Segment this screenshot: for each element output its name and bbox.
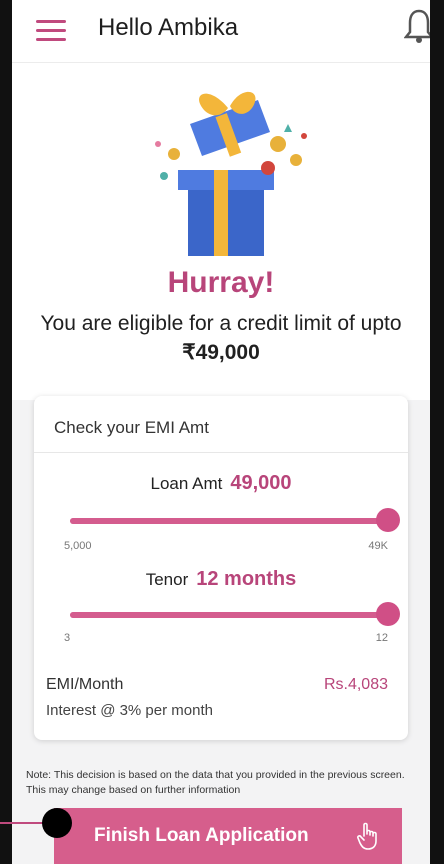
loan-slider-fill xyxy=(70,518,388,524)
tenor-label: Tenor xyxy=(145,570,189,589)
emi-card-title: Check your EMI Amt xyxy=(54,418,209,437)
tenor-min-label: 3 xyxy=(64,632,71,644)
loan-amount-row: Loan Amt 49,000 xyxy=(34,472,408,495)
loan-min-label: 5,000 xyxy=(64,540,92,552)
greeting-text: Hello Ambika xyxy=(98,14,239,41)
interest-rate-text: Interest @ 3% per month xyxy=(46,702,213,719)
app-header: Hello Ambika xyxy=(12,0,430,63)
emi-month-value: Rs.4,083 xyxy=(323,676,388,693)
app-screen: Hello Ambika Hurray! You are eligible fo… xyxy=(12,0,430,864)
menu-icon[interactable] xyxy=(36,20,66,42)
tenor-max-label: 12 xyxy=(375,632,388,644)
loan-slider-knob[interactable] xyxy=(376,508,400,532)
loan-amount-label: Loan Amt xyxy=(150,474,223,493)
eligibility-text: You are eligible for a credit limit of u… xyxy=(40,312,402,335)
finish-button-label: Finish Loan Application xyxy=(94,825,309,846)
bell-icon[interactable] xyxy=(404,8,430,44)
hurray-title: Hurray! xyxy=(167,266,275,299)
loan-amount-value: 49,000 xyxy=(230,472,292,494)
finish-loan-application-button[interactable]: Finish Loan Application xyxy=(54,808,402,864)
hand-pointer-icon xyxy=(357,822,377,850)
tenor-value: 12 months xyxy=(196,568,297,590)
pointer-line xyxy=(0,822,44,824)
emi-card: Check your EMI Amt Loan Amt 49,000 5,000 … xyxy=(34,396,408,740)
gift-illustration xyxy=(155,91,307,256)
loan-max-label: 49K xyxy=(368,540,388,552)
card-divider xyxy=(34,452,408,453)
tenor-slider-fill xyxy=(70,612,388,618)
emi-month-label: EMI/Month xyxy=(46,676,124,693)
tenor-row: Tenor 12 months xyxy=(34,568,408,591)
phone-frame: Hello Ambika Hurray! You are eligible fo… xyxy=(0,0,444,864)
loan-amount-slider[interactable] xyxy=(70,508,400,532)
decision-note: Note: This decision is based on the data… xyxy=(26,769,405,796)
credit-limit-amount: ₹49,000 xyxy=(182,341,260,364)
touch-indicator-dot xyxy=(42,808,72,838)
tenor-slider[interactable] xyxy=(70,602,400,626)
tenor-slider-knob[interactable] xyxy=(376,602,400,626)
